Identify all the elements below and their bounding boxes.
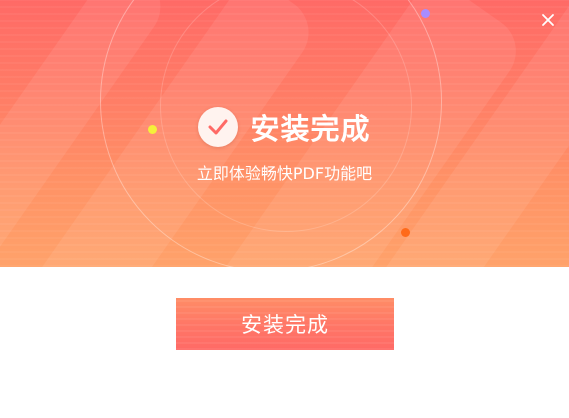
page-subtitle: 立即体验畅快PDF功能吧	[196, 164, 373, 183]
installer-window: 安装完成 立即体验畅快PDF功能吧 安装完成	[0, 0, 569, 418]
header-banner: 安装完成 立即体验畅快PDF功能吧	[0, 0, 569, 267]
success-badge	[198, 107, 239, 147]
finish-install-button[interactable]: 安装完成	[176, 298, 394, 350]
decorative-dot-orange	[401, 228, 410, 237]
finish-install-label: 安装完成	[241, 313, 329, 337]
check-icon	[208, 119, 228, 135]
close-button[interactable]	[540, 12, 556, 28]
decorative-dot-purple	[421, 9, 430, 18]
page-title: 安装完成	[250, 112, 371, 146]
status-header: 安装完成	[0, 106, 569, 148]
close-icon	[542, 14, 554, 26]
